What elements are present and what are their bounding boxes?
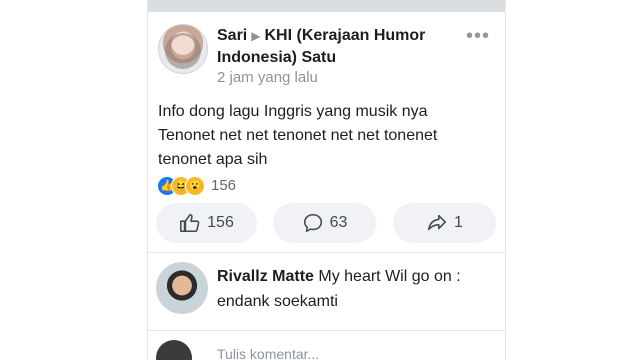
wow-reaction-icon: 😮	[185, 176, 205, 196]
avatar-hair-decoration	[165, 33, 201, 69]
comment-count: 63	[329, 214, 348, 231]
post-body-text: Info dong lagu Inggris yang musik nya Te…	[158, 103, 438, 168]
section-divider	[148, 330, 505, 331]
author-avatar[interactable]	[158, 24, 208, 74]
comment-body: Rivallz Matte My heart Wil go on : endan…	[217, 264, 492, 314]
post-timestamp[interactable]: 2 jam yang lalu	[217, 69, 318, 86]
group-name[interactable]: KHI (Kerajaan Humor Indonesia) Satu	[217, 27, 425, 66]
like-count: 156	[207, 214, 234, 231]
thumbs-up-icon	[179, 212, 201, 234]
triangle-right-icon: ▶	[251, 29, 261, 43]
section-divider	[148, 252, 505, 253]
current-user-avatar	[156, 340, 192, 360]
share-count: 1	[454, 214, 463, 231]
reaction-count: 156	[211, 177, 237, 194]
share-arrow-icon	[426, 212, 448, 234]
commenter-avatar[interactable]	[156, 262, 208, 314]
facebook-post-card: Sari ▶ KHI (Kerajaan Humor Indonesia) Satu…	[147, 0, 506, 360]
commenter-name[interactable]: Rivallz Matte	[217, 268, 314, 285]
write-comment-input[interactable]: Tulis komentar...	[217, 346, 319, 360]
comment-bubble-icon	[302, 212, 324, 234]
share-button[interactable]: 1	[393, 203, 496, 243]
like-button[interactable]: 156	[156, 203, 257, 243]
post-header: Sari ▶ KHI (Kerajaan Humor Indonesia) Satu	[217, 25, 467, 68]
comment-button[interactable]: 63	[273, 203, 376, 243]
top-bar	[148, 0, 505, 12]
more-horizontal-icon[interactable]: •••	[466, 26, 494, 46]
author-name[interactable]: Sari	[217, 27, 247, 44]
